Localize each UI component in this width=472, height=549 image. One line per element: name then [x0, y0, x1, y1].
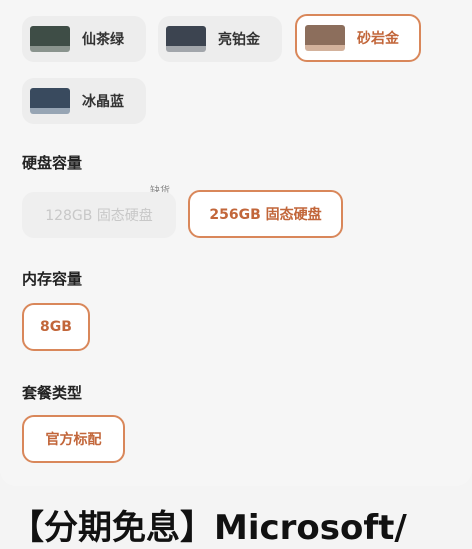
- storage-option-256gb[interactable]: 256GB 固态硬盘: [188, 190, 343, 238]
- package-option-label: 官方标配: [45, 432, 102, 448]
- color-option-green[interactable]: 仙茶绿: [22, 16, 146, 62]
- memory-section-title: 内存容量: [22, 270, 83, 288]
- color-option-label: 仙茶绿: [82, 32, 124, 48]
- laptop-thumbnail-icon: [305, 25, 345, 51]
- memory-option-8gb[interactable]: 8GB: [22, 303, 90, 351]
- storage-option-128gb: 128GB 固态硬盘: [22, 192, 176, 238]
- memory-option-label: 8GB: [40, 319, 72, 335]
- color-option-label: 砂岩金: [357, 31, 399, 47]
- color-option-label: 亮铂金: [218, 32, 260, 48]
- storage-section-title: 硬盘容量: [22, 154, 83, 172]
- storage-option-label: 128GB 固态硬盘: [45, 208, 153, 224]
- laptop-thumbnail-icon: [30, 88, 70, 114]
- package-option-official[interactable]: 官方标配: [22, 415, 125, 463]
- product-title: 【分期免息】Microsoft/: [10, 508, 407, 548]
- color-option-ice-blue[interactable]: 冰晶蓝: [22, 78, 146, 124]
- package-section-title: 套餐类型: [22, 384, 83, 402]
- laptop-thumbnail-icon: [166, 26, 206, 52]
- color-option-label: 冰晶蓝: [82, 94, 124, 110]
- laptop-thumbnail-icon: [30, 26, 70, 52]
- spec-selector-panel: 仙茶绿 亮铂金 砂岩金 冰晶蓝 硬盘容量 缺货 128GB 固态硬盘 256GB…: [0, 0, 472, 486]
- storage-option-label: 256GB 固态硬盘: [209, 207, 322, 223]
- color-option-sandstone[interactable]: 砂岩金: [295, 14, 421, 62]
- color-option-platinum[interactable]: 亮铂金: [158, 16, 282, 62]
